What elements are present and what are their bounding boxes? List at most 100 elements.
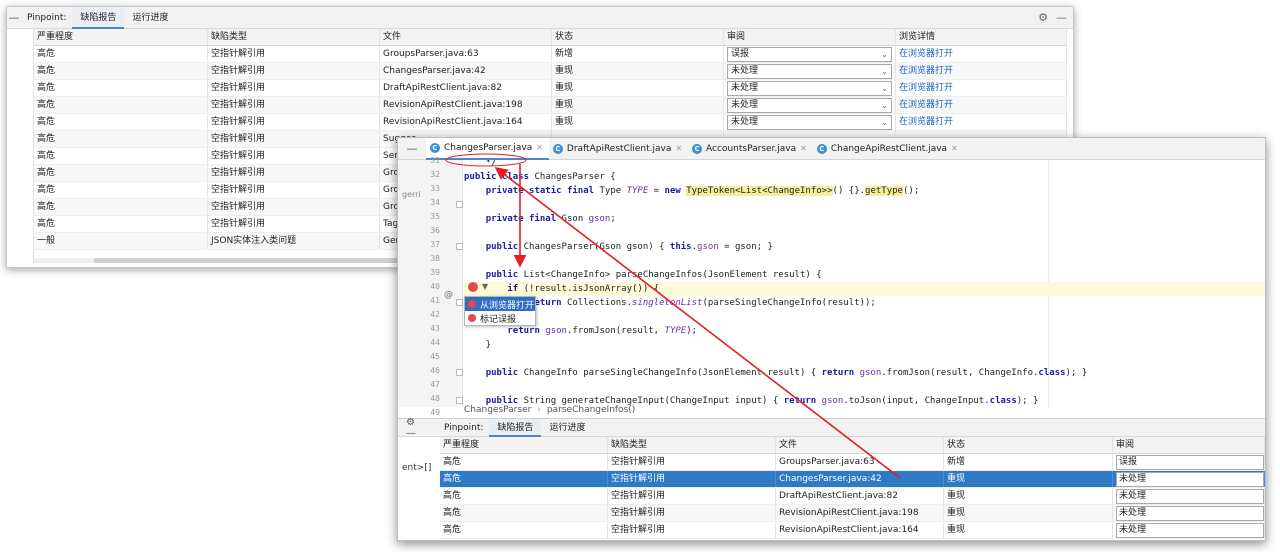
column-header-details[interactable]: 浏览详情 <box>896 29 1067 45</box>
table-row[interactable]: 高危 空指针解引用 DraftApiRestClient.java:82 重现 未处理 ⌄… <box>34 80 1067 97</box>
fold-marker-icon[interactable] <box>456 369 463 376</box>
cell-type: 空指针解引用 <box>208 63 380 79</box>
column-header-severity[interactable]: 严重程度 <box>440 437 608 453</box>
class-icon: C <box>816 143 827 154</box>
column-header-type[interactable]: 缺陷类型 <box>608 437 776 453</box>
line-number-gutter[interactable]: gerri @ 31 32 33 34 35 36 37 38 39 40 41 42 43 44 45 46… <box>398 156 463 417</box>
minimize-icon[interactable]: — <box>398 142 426 155</box>
close-icon[interactable]: ✕ <box>536 143 543 152</box>
minimize-icon[interactable]: — <box>406 428 416 439</box>
open-in-browser-link[interactable]: 在浏览器打开 <box>896 114 1067 130</box>
tab-run-progress[interactable]: 运行进度 <box>124 7 176 29</box>
column-header-status[interactable]: 状态 <box>944 437 1113 453</box>
open-in-browser-link[interactable]: 在浏览器打开 <box>896 80 1067 96</box>
error-bulb-icon[interactable] <box>468 282 478 292</box>
table-row-selected[interactable]: 高危 空指针解引用 ChangesParser.java:42 重现 未处理 <box>440 471 1265 488</box>
gear-icon[interactable]: ⚙ <box>406 417 415 428</box>
review-select[interactable]: 误报 <box>1116 455 1264 470</box>
table-row[interactable]: 高危 空指针解引用 GroupsParser.java:63 新增 误报 <box>440 454 1265 471</box>
table-row[interactable]: 高危 空指针解引用 DraftApiRestClient.java:82 重现 未处理 <box>440 488 1265 505</box>
tab-change-api-rest-client[interactable]: C ChangeApiRestClient.java ✕ <box>813 138 964 160</box>
cell-type: JSON实体注入类问题 <box>208 233 380 249</box>
chevron-down-icon: ⌄ <box>881 67 888 76</box>
column-header-status[interactable]: 状态 <box>552 29 724 45</box>
gear-icon[interactable]: ⚙ <box>1038 11 1048 24</box>
fold-marker-icon[interactable] <box>456 397 463 404</box>
close-icon[interactable]: ✕ <box>675 144 682 153</box>
minimize-icon[interactable]: — <box>7 11 21 24</box>
cell-review: 未处理 ⌄ <box>724 80 896 96</box>
review-value: 未处理 <box>731 83 759 93</box>
cell-severity: 高危 <box>34 199 208 215</box>
column-header-file[interactable]: 文件 <box>776 437 944 453</box>
review-select[interactable]: 未处理 <box>1116 506 1264 521</box>
open-in-browser-link[interactable]: 在浏览器打开 <box>896 97 1067 113</box>
hide-icon[interactable]: — <box>1056 11 1067 24</box>
tab-draft-api-rest-client[interactable]: C DraftApiRestClient.java ✕ <box>549 138 688 160</box>
column-header-file[interactable]: 文件 <box>380 29 552 45</box>
review-select[interactable]: 未处理 ⌄ <box>727 64 892 79</box>
code-fragment: ent>[] <box>402 463 432 473</box>
tab-changes-parser[interactable]: C ChangesParser.java ✕ <box>426 138 549 160</box>
tab-defect-report[interactable]: 缺陷报告 <box>72 7 125 29</box>
cell-review: 未处理 ⌄ <box>724 63 896 79</box>
review-select[interactable]: 未处理 <box>1116 523 1264 538</box>
tab-defect-report[interactable]: 缺陷报告 <box>489 418 542 437</box>
table-row[interactable]: 高危 空指针解引用 RevisionApiRestClient.java:198 重现… <box>34 97 1067 114</box>
column-header-severity[interactable]: 严重程度 <box>34 29 208 45</box>
line-number: 32 <box>430 170 440 179</box>
cell-severity: 高危 <box>34 216 208 232</box>
close-icon[interactable]: ✕ <box>951 144 958 153</box>
close-icon[interactable]: ✕ <box>800 144 807 153</box>
cell-status: 重现 <box>944 505 1113 521</box>
fold-marker-icon[interactable] <box>456 201 463 208</box>
cell-review: 误报 <box>1113 454 1265 470</box>
breadcrumb-class[interactable]: ChangesParser <box>464 405 531 415</box>
review-select[interactable]: 未处理 <box>1116 472 1264 487</box>
code-editor[interactable]: */ public class ChangesParser { private … <box>464 160 1265 407</box>
review-select[interactable]: 未处理 ⌄ <box>727 98 892 113</box>
table-row[interactable]: 高危 空指针解引用 RevisionApiRestClient.java:164 重现… <box>34 114 1067 131</box>
cell-status: 新增 <box>944 454 1113 470</box>
line-number: 48 <box>430 394 440 403</box>
table-row[interactable]: 高危 空指针解引用 RevisionApiRestClient.java:164 重现… <box>440 522 1265 539</box>
open-in-browser-link[interactable]: 在浏览器打开 <box>896 63 1067 79</box>
line-number: 38 <box>430 254 440 263</box>
cell-type: 空指针解引用 <box>208 165 380 181</box>
cell-type: 空指针解引用 <box>208 97 380 113</box>
menu-item-open-in-browser[interactable]: 从浏览器打开 <box>465 297 535 311</box>
override-icon[interactable]: @ <box>444 290 453 300</box>
side-hint-text: gerri <box>402 190 421 199</box>
cell-status: 重现 <box>552 97 724 113</box>
table-row[interactable]: 高危 空指针解引用 RevisionApiRestClient.java:198 重现… <box>440 505 1265 522</box>
line-number: 47 <box>430 380 440 389</box>
cell-type: 空指针解引用 <box>608 522 776 538</box>
table-row[interactable]: 高危 空指针解引用 ChangesParser.java:42 重现 未处理 ⌄ 在浏览器打… <box>34 63 1067 80</box>
chevron-down-icon[interactable]: ▼ <box>482 282 488 291</box>
review-select[interactable]: 误报 ⌄ <box>727 47 892 62</box>
menu-item-mark-false-positive[interactable]: 标记误报 <box>465 311 535 325</box>
cell-type: 空指针解引用 <box>608 454 776 470</box>
review-select[interactable]: 未处理 ⌄ <box>727 81 892 96</box>
column-header-review[interactable]: 审阅 <box>1113 437 1265 453</box>
code-line: } <box>464 340 492 350</box>
table-row[interactable]: 高危 空指针解引用 GroupsParser.java:63 新增 误报 ⌄ 在浏览器打开 <box>34 46 1067 63</box>
review-select[interactable]: 未处理 ⌄ <box>727 115 892 130</box>
open-in-browser-link[interactable]: 在浏览器打开 <box>896 46 1067 62</box>
tab-label: ChangesParser.java <box>444 142 533 153</box>
code-line-current: if (!result.isJsonArray()) { <box>464 282 1265 296</box>
column-header-type[interactable]: 缺陷类型 <box>208 29 380 45</box>
cell-file: DraftApiRestClient.java:82 <box>776 488 944 504</box>
cell-review: 未处理 ⌄ <box>724 97 896 113</box>
cell-severity: 一般 <box>34 233 208 249</box>
tab-accounts-parser[interactable]: C AccountsParser.java ✕ <box>688 138 813 160</box>
breadcrumb-method[interactable]: parseChangeInfos() <box>547 405 635 415</box>
tab-run-progress[interactable]: 运行进度 <box>541 419 593 437</box>
fold-marker-icon[interactable] <box>456 299 463 306</box>
cell-severity: 高危 <box>440 505 608 521</box>
fold-marker-icon[interactable] <box>456 243 463 250</box>
code-line: */ <box>464 160 497 168</box>
review-select[interactable]: 未处理 <box>1116 489 1264 504</box>
cell-severity: 高危 <box>440 471 608 487</box>
column-header-review[interactable]: 审阅 <box>724 29 896 45</box>
